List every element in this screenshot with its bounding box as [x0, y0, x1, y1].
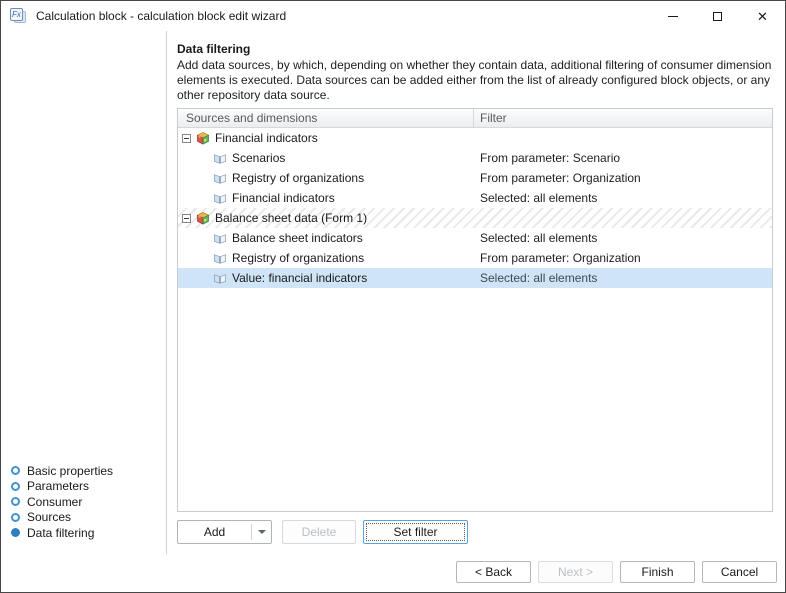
row-label: Scenarios: [232, 151, 285, 165]
step-label: Parameters: [27, 479, 89, 493]
row-label: Balance sheet indicators: [232, 231, 363, 245]
add-dropdown-arrow[interactable]: [252, 530, 271, 534]
sidebar-item-data-filtering[interactable]: Data filtering: [11, 525, 161, 541]
step-label: Basic properties: [27, 464, 113, 478]
row-label: Registry of organizations: [232, 251, 364, 265]
sidebar-separator: [166, 31, 167, 554]
add-button[interactable]: Add: [177, 520, 272, 544]
row-filter: Selected: all elements: [474, 191, 772, 205]
step-label: Consumer: [27, 495, 82, 509]
table-row[interactable]: Balance sheet data (Form 1): [178, 208, 772, 228]
window-title: Calculation block - calculation block ed…: [36, 9, 286, 23]
next-button[interactable]: Next >: [538, 561, 613, 583]
row-filter: Selected: all elements: [474, 231, 772, 245]
wizard-window: Fx Calculation block - calculation block…: [0, 0, 786, 593]
maximize-icon: [713, 12, 722, 21]
row-label: Value: financial indicators: [232, 271, 367, 285]
table-row[interactable]: Financial indicators: [178, 128, 772, 148]
app-icon: Fx: [10, 8, 28, 24]
step-bullet-icon: [11, 528, 20, 537]
sidebar-item-parameters[interactable]: Parameters: [11, 479, 161, 495]
minimize-icon: [668, 16, 678, 17]
chevron-down-icon: [258, 530, 266, 534]
close-icon: ✕: [757, 10, 768, 23]
book-icon: [212, 231, 228, 246]
book-icon: [212, 151, 228, 166]
maximize-button[interactable]: [695, 1, 740, 31]
grid-header: Sources and dimensions Filter: [178, 109, 772, 128]
collapse-expander-icon[interactable]: [182, 134, 191, 143]
sidebar-item-sources[interactable]: Sources: [11, 510, 161, 526]
table-row[interactable]: Registry of organizations From parameter…: [178, 248, 772, 268]
step-bullet-icon: [11, 466, 20, 475]
row-label: Financial indicators: [215, 131, 318, 145]
table-row[interactable]: Balance sheet indicators Selected: all e…: [178, 228, 772, 248]
row-filter: From parameter: Organization: [474, 251, 772, 265]
step-bullet-icon: [11, 482, 20, 491]
add-button-label: Add: [178, 525, 251, 539]
row-label: Financial indicators: [232, 191, 335, 205]
set-filter-button[interactable]: Set filter: [363, 520, 468, 544]
book-icon: [212, 251, 228, 266]
table-row[interactable]: Scenarios From parameter: Scenario: [178, 148, 772, 168]
row-filter: Selected: all elements: [474, 271, 772, 285]
row-label: Balance sheet data (Form 1): [215, 211, 367, 225]
row-filter: From parameter: Organization: [474, 171, 772, 185]
collapse-expander-icon[interactable]: [182, 214, 191, 223]
row-filter: From parameter: Scenario: [474, 151, 772, 165]
cancel-button[interactable]: Cancel: [702, 561, 777, 583]
sources-grid: Sources and dimensions Filter Financial …: [177, 108, 773, 512]
step-bullet-icon: [11, 513, 20, 522]
sidebar-item-consumer[interactable]: Consumer: [11, 494, 161, 510]
book-icon: [212, 191, 228, 206]
table-row[interactable]: Financial indicators Selected: all eleme…: [178, 188, 772, 208]
column-header-filter: Filter: [474, 109, 772, 127]
delete-button[interactable]: Delete: [282, 520, 356, 544]
back-button[interactable]: < Back: [456, 561, 531, 583]
table-row-selected[interactable]: Value: financial indicators Selected: al…: [178, 268, 772, 288]
column-header-sources: Sources and dimensions: [178, 109, 474, 127]
step-label: Sources: [27, 510, 71, 524]
step-label: Data filtering: [27, 526, 94, 540]
page-title: Data filtering: [177, 42, 250, 56]
close-button[interactable]: ✕: [740, 1, 785, 31]
cube-icon: [195, 211, 211, 226]
book-icon: [212, 271, 228, 286]
page-description: Add data sources, by which, depending on…: [177, 58, 775, 103]
book-icon: [212, 171, 228, 186]
row-label: Registry of organizations: [232, 171, 364, 185]
cube-icon: [195, 131, 211, 146]
sidebar-item-basic-properties[interactable]: Basic properties: [11, 463, 161, 479]
table-row[interactable]: Registry of organizations From parameter…: [178, 168, 772, 188]
minimize-button[interactable]: [650, 1, 695, 31]
title-bar: Fx Calculation block - calculation block…: [1, 1, 785, 31]
step-bullet-icon: [11, 497, 20, 506]
finish-button[interactable]: Finish: [620, 561, 695, 583]
wizard-steps: Basic properties Parameters Consumer Sou…: [11, 463, 161, 541]
